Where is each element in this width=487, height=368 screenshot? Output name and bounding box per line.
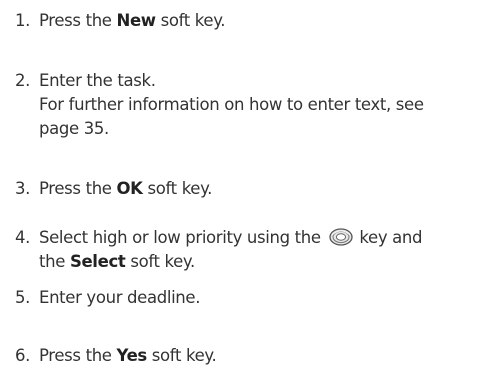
step-line: the Select soft key. (39, 250, 422, 274)
step-number: 4. (15, 228, 31, 247)
step-number: 3. (15, 179, 31, 198)
step-text-pre: Press the (39, 179, 117, 198)
step-number: 1. (15, 11, 31, 30)
step-text-pre: the (39, 252, 70, 271)
step-text: Select high or low priority using the ke… (39, 226, 423, 274)
step-text-post: soft key. (155, 11, 226, 30)
step-text-post: soft key. (146, 346, 217, 365)
step-text: Enter the task. For further information … (39, 69, 424, 141)
navigation-key-icon (328, 228, 353, 246)
step-text: Enter your deadline. (39, 286, 200, 310)
step-text-pre: Press the (39, 11, 117, 30)
step-text: Press the New soft key. (39, 9, 226, 33)
soft-key-name: Yes (116, 346, 148, 365)
step-note-line: For further information on how to enter … (39, 95, 424, 114)
step-text-pre: Select high or low priority using the (39, 228, 326, 247)
step-line: Select high or low priority using the ke… (39, 226, 423, 250)
step-text-mid: key and (354, 228, 423, 247)
soft-key-name: New (116, 11, 157, 30)
step-line: Enter your deadline. (39, 288, 201, 307)
step-number: 5. (15, 288, 31, 307)
step-text: Press the OK soft key. (39, 177, 212, 201)
step-number: 6. (15, 346, 31, 365)
step-text-post: soft key. (125, 252, 195, 271)
soft-key-name: OK (116, 179, 143, 198)
step-number: 2. (15, 71, 31, 90)
step-text: Press the Yes soft key. (39, 344, 217, 368)
soft-key-name: Select (69, 252, 126, 271)
step-line: Enter the task. (39, 71, 156, 90)
page-reference: page 35. (39, 119, 109, 138)
step-text-post: soft key. (142, 179, 213, 198)
step-text-pre: Press the (39, 346, 117, 365)
